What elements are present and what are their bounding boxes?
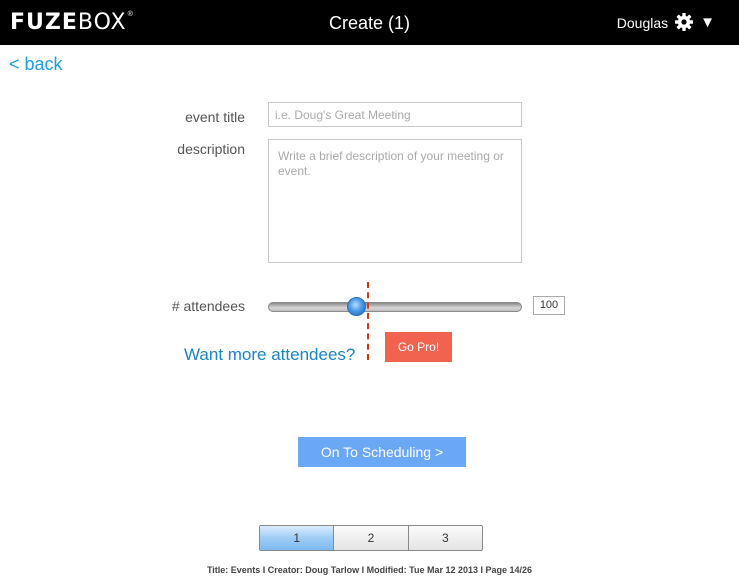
on-to-scheduling-button[interactable]: On To Scheduling >	[298, 437, 466, 467]
free-limit-marker	[367, 282, 369, 360]
logo-trademark: ®	[127, 11, 133, 18]
want-more-attendees-link[interactable]: Want more attendees?	[184, 345, 355, 365]
event-title-label: event title	[185, 109, 245, 125]
fuzebox-logo[interactable]: FUZE BOX ®	[10, 9, 133, 35]
top-bar: FUZE BOX ® Create (1) Douglas ▼	[0, 0, 739, 45]
attendees-slider-track[interactable]	[268, 302, 522, 312]
chevron-down-icon[interactable]: ▼	[700, 14, 715, 31]
page-2-button[interactable]: 2	[334, 526, 409, 550]
description-label: description	[177, 141, 245, 157]
event-title-input[interactable]	[268, 102, 522, 127]
user-name[interactable]: Douglas	[617, 15, 668, 31]
back-link[interactable]: < back	[9, 54, 63, 75]
go-pro-button[interactable]: Go Pro!	[385, 332, 452, 362]
pagination: 1 2 3	[259, 525, 483, 551]
page-1-button[interactable]: 1	[260, 526, 335, 550]
attendees-label: # attendees	[171, 298, 245, 314]
logo-bold-text: FUZE	[10, 10, 78, 35]
user-menu[interactable]: Douglas ▼	[617, 12, 715, 32]
attendees-count-field[interactable]: 100	[533, 296, 565, 315]
attendees-slider-handle[interactable]	[347, 297, 366, 316]
description-textarea[interactable]	[268, 139, 522, 263]
footer-metadata: Title: Events I Creator: Doug Tarlow I M…	[206, 565, 533, 575]
logo-light-text: BOX	[77, 10, 127, 35]
gear-icon[interactable]	[674, 12, 694, 32]
page-3-button[interactable]: 3	[408, 526, 482, 550]
